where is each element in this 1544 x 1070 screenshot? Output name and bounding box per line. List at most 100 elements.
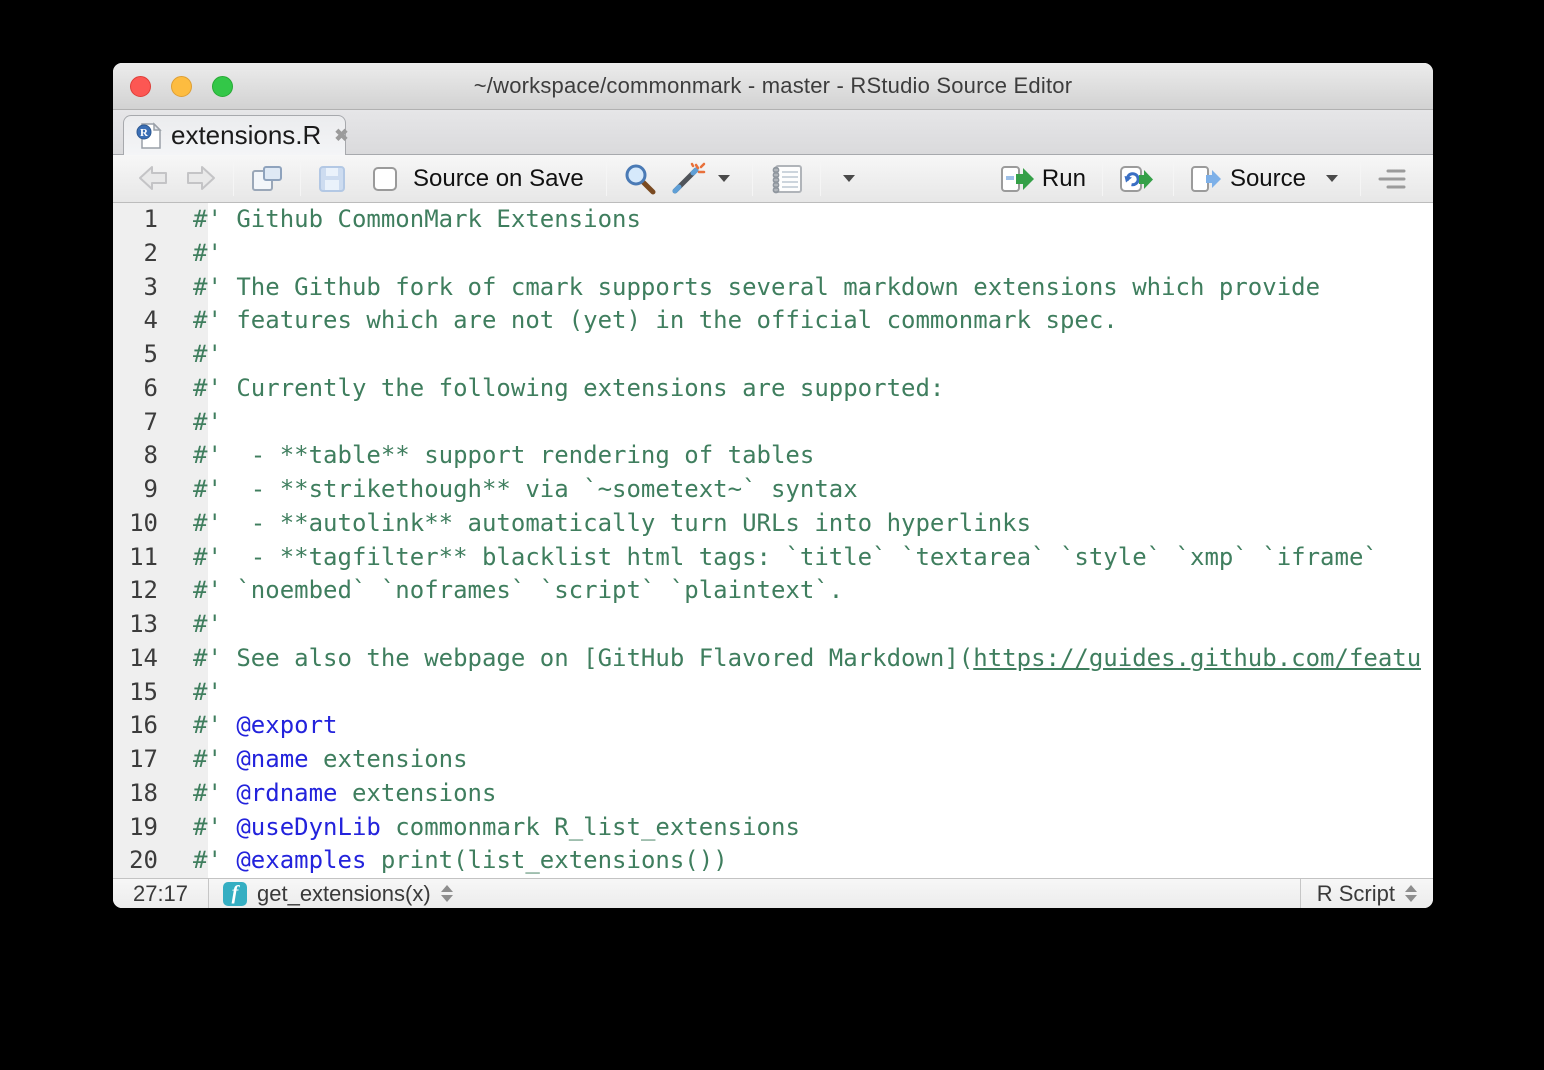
code-text: #' - **tagfilter** blacklist html tags: … <box>183 541 1378 575</box>
line-number: 5 <box>113 338 183 372</box>
code-token: extensions <box>309 745 468 773</box>
r-file-icon: R <box>136 122 162 150</box>
code-line: 9#' - **strikethough** via `~sometext~` … <box>113 473 1433 507</box>
line-number: 3 <box>113 271 183 305</box>
save-button[interactable] <box>311 164 353 194</box>
file-type-label: R Script <box>1317 881 1395 907</box>
code-text: #' Github CommonMark Extensions <box>183 203 641 237</box>
toolbar-separator <box>752 162 753 196</box>
code-text: #' @export <box>183 709 338 743</box>
tab-extensions-r[interactable]: R extensions.R ✖ <box>123 115 346 155</box>
cursor-position: 27:17 <box>113 881 208 907</box>
line-number: 15 <box>113 676 183 710</box>
scope-updown-icon <box>441 885 453 902</box>
line-number: 1 <box>113 203 183 237</box>
code-text: #' - **strikethough** via `~sometext~` s… <box>183 473 858 507</box>
editor-toolbar: Source on Save <box>113 155 1433 203</box>
code-line: 10 #' - **autolink** automatically turn U… <box>113 507 1433 541</box>
code-text: #' See also the webpage on [GitHub Flavo… <box>183 642 1421 676</box>
code-tools-dropdown-caret[interactable] <box>718 175 730 182</box>
find-replace-button[interactable] <box>617 162 663 196</box>
code-text: #' <box>183 338 222 372</box>
file-type-selector[interactable]: R Script <box>1300 879 1433 908</box>
line-number: 4 <box>113 304 183 338</box>
function-scope-label: get_extensions(x) <box>257 881 431 907</box>
magic-wand-icon <box>669 162 706 196</box>
code-token: #' <box>193 846 236 874</box>
rerun-previous-button[interactable] <box>1113 165 1163 193</box>
line-number: 14 <box>113 642 183 676</box>
code-line: 15#' <box>113 676 1433 710</box>
find-icon <box>623 162 657 196</box>
source-on-save-toggle[interactable]: Source on Save <box>367 165 590 193</box>
forward-button[interactable] <box>177 164 223 193</box>
code-token: @examples <box>236 846 366 874</box>
line-number: 8 <box>113 439 183 473</box>
line-number: 7 <box>113 406 183 440</box>
line-number: 10 <box>113 507 183 541</box>
insert-chunk-dropdown[interactable] <box>831 175 867 182</box>
code-text: #' - **autolink** automatically turn URL… <box>183 507 1031 541</box>
file-type-updown-icon <box>1405 885 1417 902</box>
back-button[interactable] <box>131 164 177 193</box>
toolbar-separator <box>1360 162 1361 196</box>
code-text: #' The Github fork of cmark supports sev… <box>183 271 1320 305</box>
code-token: extensions <box>338 779 497 807</box>
document-outline-icon <box>1377 167 1407 191</box>
code-line: 4#' features which are not (yet) in the … <box>113 304 1433 338</box>
code-token: @rdname <box>236 779 337 807</box>
code-line: 1#' Github CommonMark Extensions <box>113 203 1433 237</box>
source-button-label: Source <box>1230 165 1306 193</box>
line-number: 12 <box>113 574 183 608</box>
code-token: #' - **table** support rendering of tabl… <box>193 441 814 469</box>
forward-arrow-icon <box>183 164 217 193</box>
source-button[interactable]: Source <box>1184 165 1350 193</box>
code-text: #' <box>183 676 222 710</box>
compile-notebook-button[interactable] <box>763 163 810 195</box>
editor-tabbar: R extensions.R ✖ <box>113 110 1433 155</box>
zoom-window-button[interactable] <box>212 76 233 97</box>
code-line: 12#' `noembed` `noframes` `script` `plai… <box>113 574 1433 608</box>
window-titlebar: ~/workspace/commonmark - master - RStudi… <box>113 63 1433 110</box>
window-title: ~/workspace/commonmark - master - RStudi… <box>474 73 1072 99</box>
source-on-save-checkbox[interactable] <box>373 167 397 191</box>
tab-close-icon[interactable]: ✖ <box>334 126 348 146</box>
code-text: #' `noembed` `noframes` `script` `plaint… <box>183 574 843 608</box>
code-line: 16#' @export <box>113 709 1433 743</box>
code-text: #' @rdname extensions <box>183 777 496 811</box>
open-in-new-window-button[interactable] <box>244 164 290 194</box>
source-on-save-label: Source on Save <box>413 165 584 193</box>
url-link[interactable]: https://guides.github.com/featu <box>973 644 1421 672</box>
line-number: 18 <box>113 777 183 811</box>
code-token: #' Currently the following extensions ar… <box>193 374 944 402</box>
document-outline-button[interactable] <box>1371 167 1413 191</box>
traffic-lights <box>130 63 233 109</box>
code-token: #' <box>193 813 236 841</box>
code-token: @useDynLib <box>236 813 381 841</box>
code-token: #' See also the webpage on [GitHub Flavo… <box>193 644 973 672</box>
run-button[interactable]: Run <box>994 165 1092 193</box>
code-line: 7#' <box>113 406 1433 440</box>
code-line: 19#' @useDynLib commonmark R_list_extens… <box>113 811 1433 845</box>
line-number: 9 <box>113 473 183 507</box>
code-text: #' Currently the following extensions ar… <box>183 372 944 406</box>
code-tools-button[interactable] <box>663 162 742 196</box>
code-text: #' <box>183 237 222 271</box>
code-token: @name <box>236 745 308 773</box>
run-button-label: Run <box>1042 165 1086 193</box>
code-token: #' - **autolink** automatically turn URL… <box>193 509 1031 537</box>
code-token: #' <box>193 711 236 739</box>
source-dropdown-caret[interactable] <box>1326 175 1338 182</box>
code-line: 17#' @name extensions <box>113 743 1433 777</box>
close-window-button[interactable] <box>130 76 151 97</box>
desktop-background: ~/workspace/commonmark - master - RStudi… <box>0 0 1544 1070</box>
function-scope-selector[interactable]: f get_extensions(x) <box>209 881 1300 907</box>
line-number: 19 <box>113 811 183 845</box>
code-line: 14 #' See also the webpage on [GitHub Fla… <box>113 642 1433 676</box>
code-editor[interactable]: 1#' Github CommonMark Extensions2#'3#' T… <box>113 203 1433 878</box>
code-line: 18#' @rdname extensions <box>113 777 1433 811</box>
code-lines: 1#' Github CommonMark Extensions2#'3#' T… <box>113 203 1433 878</box>
minimize-window-button[interactable] <box>171 76 192 97</box>
editor-statusbar: 27:17 f get_extensions(x) R Script <box>113 878 1433 908</box>
compile-notebook-icon <box>769 163 804 195</box>
